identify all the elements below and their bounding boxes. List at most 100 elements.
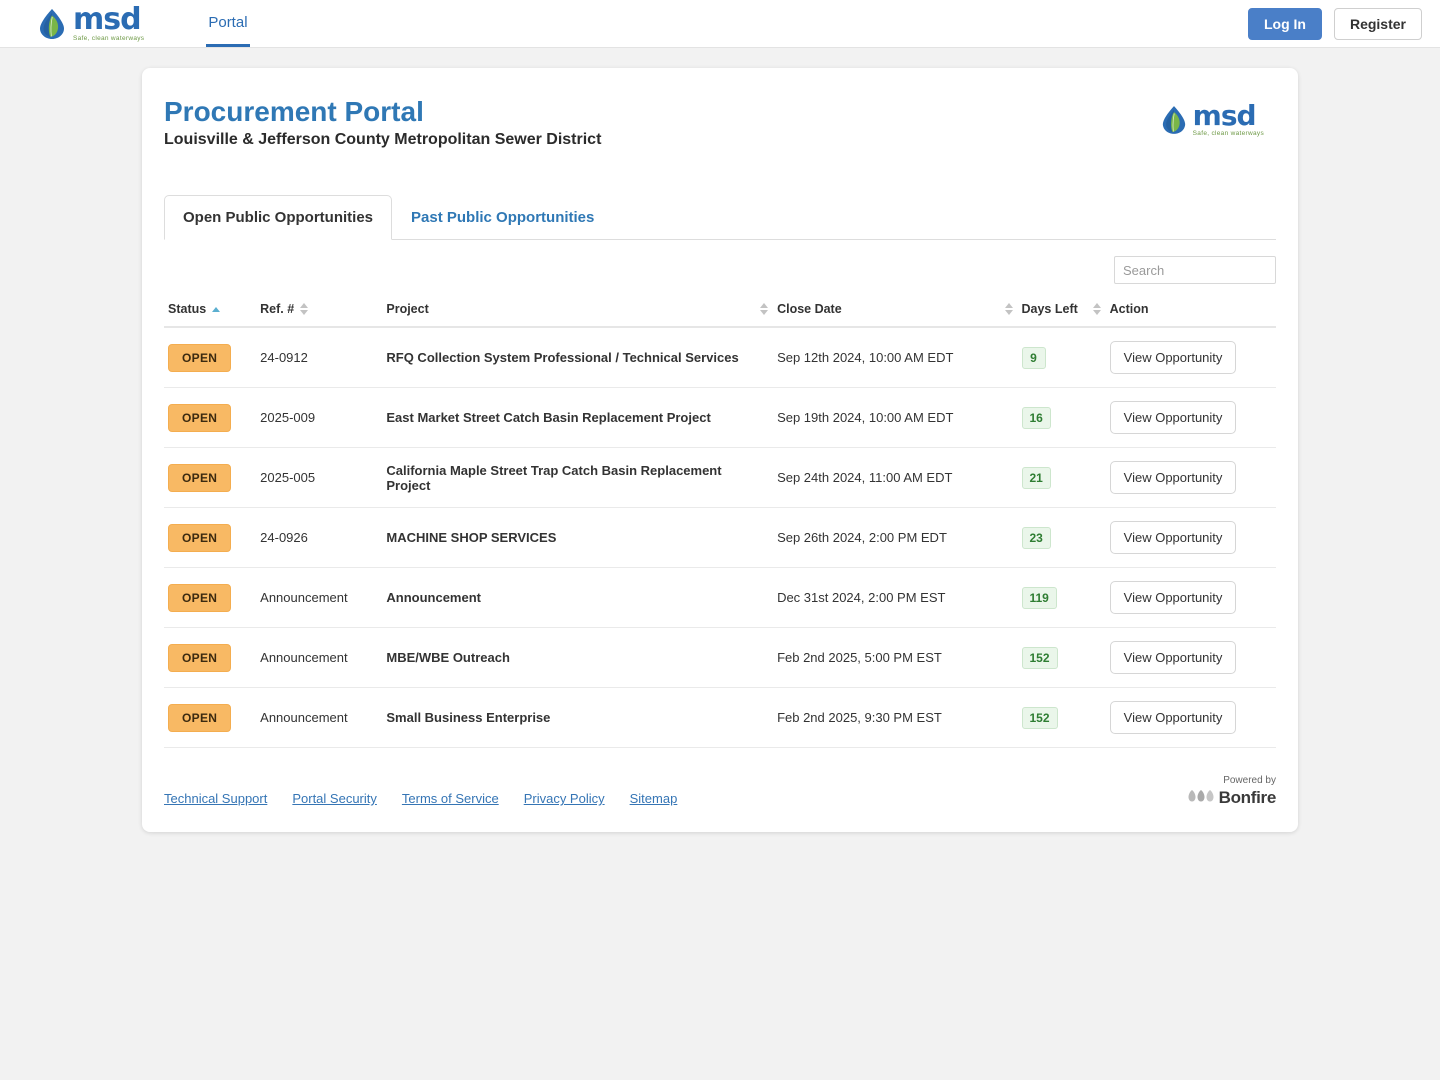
view-opportunity-button[interactable]: View Opportunity bbox=[1109, 461, 1237, 494]
msd-tagline: Safe, clean waterways bbox=[1192, 130, 1264, 137]
card-footer: Technical Support Portal Security Terms of… bbox=[164, 748, 1276, 832]
status-badge: OPEN bbox=[168, 703, 232, 732]
column-header-close-date[interactable]: Close Date bbox=[773, 296, 1018, 328]
msd-logo-header[interactable]: msd Safe, clean waterways bbox=[38, 1, 145, 43]
sort-toggle-icon[interactable] bbox=[1004, 303, 1014, 315]
nav-item-portal[interactable]: Portal bbox=[206, 0, 250, 47]
cell-ref: Announcement bbox=[256, 627, 383, 688]
msd-tagline: Safe, clean waterways bbox=[73, 34, 145, 42]
nav-links: Portal bbox=[206, 0, 250, 47]
table-header: Status Ref. # Project Close Date Days Le… bbox=[164, 296, 1276, 328]
days-left-badge: 9 bbox=[1021, 346, 1046, 369]
view-opportunity-button[interactable]: View Opportunity bbox=[1109, 641, 1237, 674]
cell-days-left: 152 bbox=[1017, 687, 1106, 748]
table-row: OPEN 24-0912 RFQ Collection System Profess… bbox=[164, 327, 1276, 388]
water-drop-leaf-icon bbox=[38, 8, 66, 40]
cell-close-date: Sep 26th 2024, 2:00 PM EDT bbox=[773, 507, 1018, 568]
footer-link-technical-support[interactable]: Technical Support bbox=[164, 791, 267, 806]
cell-ref: Announcement bbox=[256, 567, 383, 628]
column-header-project[interactable]: Project bbox=[382, 296, 774, 328]
view-opportunity-button[interactable]: View Opportunity bbox=[1109, 341, 1237, 374]
cell-ref: 2025-005 bbox=[256, 447, 383, 508]
msd-wordmark: msd bbox=[1192, 99, 1257, 132]
cell-status: OPEN bbox=[164, 327, 257, 388]
tab-open-public-opportunities[interactable]: Open Public Opportunities bbox=[164, 195, 393, 240]
cell-status: OPEN bbox=[164, 387, 257, 448]
view-opportunity-button[interactable]: View Opportunity bbox=[1109, 701, 1237, 734]
cell-project: East Market Street Catch Basin Replaceme… bbox=[382, 387, 774, 448]
sort-toggle-icon[interactable] bbox=[300, 303, 309, 315]
footer-links: Technical Support Portal Security Terms of… bbox=[164, 791, 677, 806]
footer-link-sitemap[interactable]: Sitemap bbox=[630, 791, 678, 806]
footer-link-portal-security[interactable]: Portal Security bbox=[292, 791, 377, 806]
cell-close-date: Feb 2nd 2025, 9:30 PM EST bbox=[773, 687, 1018, 748]
cell-days-left: 21 bbox=[1017, 447, 1106, 508]
cell-days-left: 9 bbox=[1017, 327, 1106, 388]
cell-action: View Opportunity bbox=[1105, 627, 1276, 688]
cell-days-left: 152 bbox=[1017, 627, 1106, 688]
status-badge: OPEN bbox=[168, 343, 232, 372]
status-badge: OPEN bbox=[168, 643, 232, 672]
table-header-row: Status Ref. # Project Close Date Days Le… bbox=[164, 296, 1276, 328]
bonfire-wordmark: Bonfire bbox=[1218, 788, 1277, 807]
cell-close-date: Sep 12th 2024, 10:00 AM EDT bbox=[773, 327, 1018, 388]
msd-logo-card: msd Safe, clean waterways bbox=[1161, 102, 1264, 138]
sort-toggle-icon[interactable] bbox=[1092, 303, 1102, 315]
sort-toggle-icon[interactable] bbox=[760, 303, 769, 315]
status-badge: OPEN bbox=[168, 523, 232, 552]
cell-action: View Opportunity bbox=[1105, 327, 1276, 388]
cell-status: OPEN bbox=[164, 687, 257, 748]
sort-ascending-icon[interactable] bbox=[212, 306, 221, 312]
status-badge: OPEN bbox=[168, 463, 232, 492]
column-header-days-left[interactable]: Days Left bbox=[1017, 296, 1106, 328]
cell-close-date: Sep 24th 2024, 11:00 AM EDT bbox=[773, 447, 1018, 508]
cell-status: OPEN bbox=[164, 507, 257, 568]
nav-auth-actions: Log In Register bbox=[1247, 7, 1422, 40]
cell-ref: Announcement bbox=[256, 687, 383, 748]
cell-ref: 24-0912 bbox=[256, 327, 383, 388]
powered-by-block: Powered by Bonfire bbox=[1188, 776, 1276, 806]
column-header-close-date-label: Close Date bbox=[777, 302, 842, 316]
cell-close-date: Sep 19th 2024, 10:00 AM EDT bbox=[773, 387, 1018, 448]
tab-past-public-opportunities[interactable]: Past Public Opportunities bbox=[392, 195, 613, 240]
register-button[interactable]: Register bbox=[1333, 7, 1422, 40]
table-row: OPEN Announcement MBE/WBE Outreach Feb 2nd … bbox=[164, 627, 1276, 688]
card-header: Procurement Portal Louisville & Jefferso… bbox=[164, 94, 1276, 149]
table-row: OPEN 24-0926 MACHINE SHOP SERVICES Sep 26th… bbox=[164, 507, 1276, 568]
days-left-badge: 152 bbox=[1021, 646, 1058, 669]
cell-action: View Opportunity bbox=[1105, 567, 1276, 628]
cell-action: View Opportunity bbox=[1105, 447, 1276, 508]
msd-wordmark: msd bbox=[73, 1, 142, 37]
opportunities-table: Status Ref. # Project Close Date Days Le… bbox=[164, 296, 1276, 748]
log-in-button[interactable]: Log In bbox=[1247, 7, 1322, 40]
view-opportunity-button[interactable]: View Opportunity bbox=[1109, 521, 1237, 554]
footer-link-terms-of-service[interactable]: Terms of Service bbox=[402, 791, 499, 806]
opportunity-tabs: Open Public Opportunities Past Public Op… bbox=[164, 194, 1276, 240]
days-left-badge: 119 bbox=[1021, 586, 1057, 609]
cell-ref: 2025-009 bbox=[256, 387, 383, 448]
cell-project: MACHINE SHOP SERVICES bbox=[382, 507, 774, 568]
column-header-status-label: Status bbox=[168, 302, 207, 316]
footer-link-privacy-policy[interactable]: Privacy Policy bbox=[524, 791, 605, 806]
search-input[interactable] bbox=[1114, 256, 1276, 284]
water-drop-leaf-icon bbox=[1161, 105, 1187, 135]
top-navigation-bar: msd Safe, clean waterways Portal Log In … bbox=[0, 0, 1440, 48]
procurement-portal-card: Procurement Portal Louisville & Jefferso… bbox=[142, 68, 1298, 832]
cell-project: Announcement bbox=[382, 567, 774, 628]
table-body: OPEN 24-0912 RFQ Collection System Profess… bbox=[164, 327, 1276, 748]
search-row bbox=[164, 240, 1276, 292]
view-opportunity-button[interactable]: View Opportunity bbox=[1109, 401, 1237, 434]
column-header-ref-label: Ref. # bbox=[260, 302, 295, 316]
card-title-block: Procurement Portal Louisville & Jefferso… bbox=[164, 94, 601, 149]
table-row: OPEN Announcement Announcement Dec 31st 202… bbox=[164, 567, 1276, 628]
days-left-badge: 21 bbox=[1021, 466, 1051, 489]
cell-action: View Opportunity bbox=[1105, 687, 1276, 748]
column-header-status[interactable]: Status bbox=[164, 296, 257, 328]
column-header-action-label: Action bbox=[1109, 302, 1149, 316]
days-left-badge: 16 bbox=[1021, 406, 1051, 429]
column-header-ref[interactable]: Ref. # bbox=[256, 296, 383, 328]
table-row: OPEN 2025-009 East Market Street Catch Bas… bbox=[164, 387, 1276, 448]
cell-project: California Maple Street Trap Catch Basin… bbox=[382, 447, 774, 508]
cell-ref: 24-0926 bbox=[256, 507, 383, 568]
view-opportunity-button[interactable]: View Opportunity bbox=[1109, 581, 1237, 614]
